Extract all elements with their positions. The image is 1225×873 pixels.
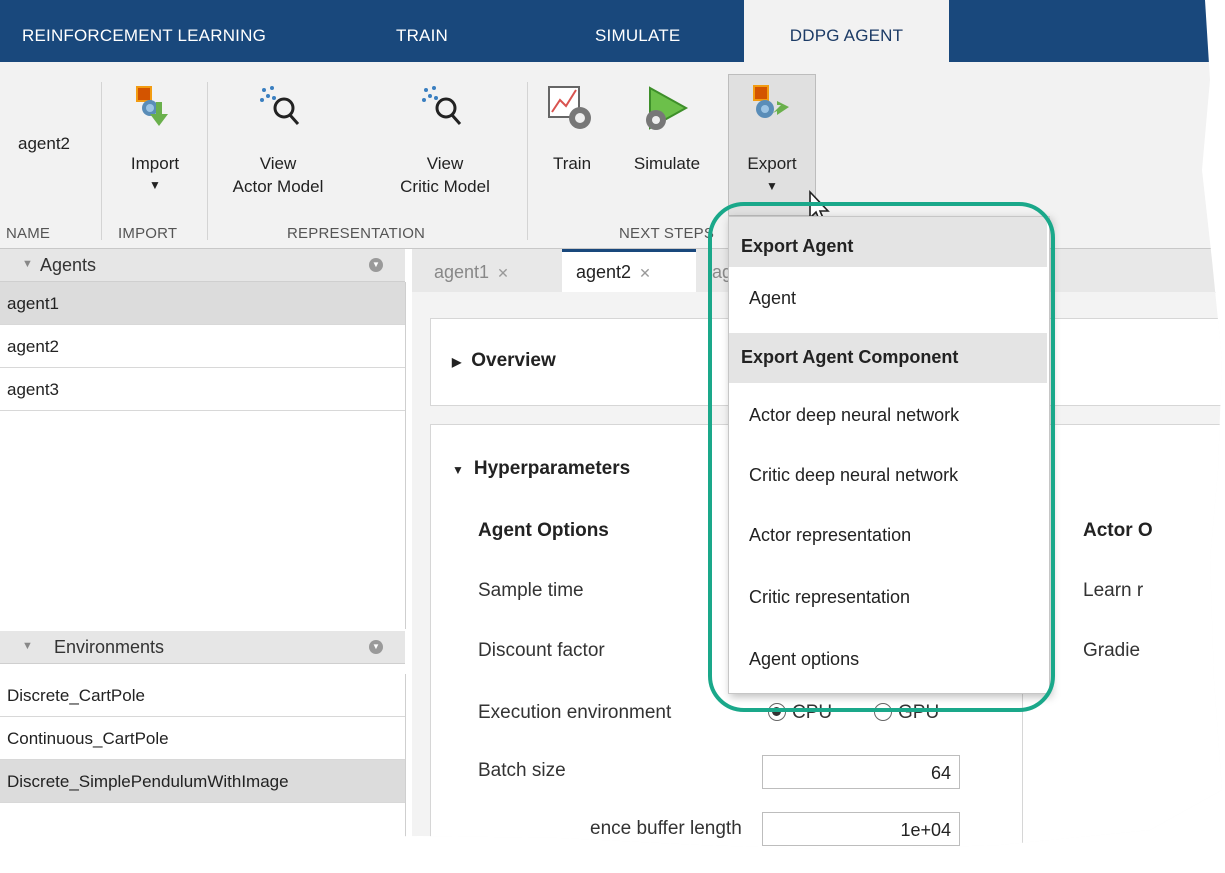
menu-item-actor-network[interactable]: Actor deep neural network xyxy=(729,387,1047,443)
section-representation-label: REPRESENTATION xyxy=(287,225,426,242)
overview-title: Overview xyxy=(471,350,556,371)
view-actor-line2: Actor Model xyxy=(232,177,324,196)
import-icon xyxy=(136,86,168,126)
top-tab-strip: REINFORCEMENT LEARNING TRAIN SIMULATE DD… xyxy=(0,0,1222,62)
close-icon[interactable]: ✕ xyxy=(497,265,509,281)
collapse-triangle-icon[interactable]: ▼ xyxy=(22,258,33,270)
simulate-button[interactable]: Simulate xyxy=(618,80,716,220)
hyperparameters-title: Hyperparameters xyxy=(473,458,631,479)
agent-options-title: Agent Options xyxy=(478,520,609,541)
separator xyxy=(527,82,528,240)
gradient-threshold-label: Gradie xyxy=(1083,640,1141,661)
export-dropdown-menu: Export Agent Agent Export Agent Componen… xyxy=(728,216,1050,694)
menu-item-critic-representation[interactable]: Critic representation xyxy=(729,569,1047,625)
section-name-label: NAME xyxy=(6,225,51,242)
agents-panel-title: Agents xyxy=(40,255,97,275)
environments-list: Discrete_CartPole Continuous_CartPole Di… xyxy=(0,674,406,850)
chevron-down-icon: ▼ xyxy=(149,178,161,192)
menu-item-agent[interactable]: Agent xyxy=(729,270,1047,326)
hyperparameters-section-header[interactable]: ▼ Hyperparameters xyxy=(452,458,630,480)
menu-item-agent-options[interactable]: Agent options xyxy=(729,631,1047,687)
separator xyxy=(207,82,208,240)
discount-factor-label: Discount factor xyxy=(478,640,605,661)
gpu-radio[interactable] xyxy=(874,703,892,721)
train-label: Train xyxy=(552,154,592,173)
separator xyxy=(101,82,102,240)
environments-panel-header[interactable]: ▼ Environments ▼ xyxy=(0,631,405,664)
train-button[interactable]: Train xyxy=(538,80,606,220)
expand-triangle-icon: ▶ xyxy=(452,355,462,369)
list-item-agent2[interactable]: agent2 xyxy=(0,325,405,368)
cpu-radio[interactable] xyxy=(768,703,786,721)
batch-size-field[interactable]: 64 xyxy=(762,755,960,789)
view-critic-line2: Critic Model xyxy=(400,177,490,196)
section-next-steps-label: NEXT STEPS xyxy=(619,225,715,242)
menu-item-critic-network[interactable]: Critic deep neural network xyxy=(729,447,1047,503)
app-window: REINFORCEMENT LEARNING TRAIN SIMULATE DD… xyxy=(0,0,1222,850)
cpu-label: CPU xyxy=(792,702,833,723)
doc-tab-label: agent1 xyxy=(434,262,490,282)
export-label: Export xyxy=(747,154,797,173)
overview-section-header[interactable]: ▶ Overview xyxy=(452,350,556,372)
collapse-triangle-icon: ▼ xyxy=(452,463,464,477)
tab-ddpg-agent[interactable]: DDPG AGENT xyxy=(744,0,949,62)
view-actor-line1: View xyxy=(259,154,297,173)
export-button[interactable]: Export ▼ xyxy=(728,74,816,216)
agent-name-field[interactable]: agent2 xyxy=(18,132,70,155)
list-item-environment[interactable]: Discrete_CartPole xyxy=(0,674,405,717)
view-actor-model-button[interactable]: View Actor Model xyxy=(218,80,338,220)
list-item-environment[interactable]: Continuous_CartPole xyxy=(0,717,405,760)
view-critic-model-button[interactable]: View Critic Model xyxy=(380,80,510,220)
experience-buffer-length-field[interactable]: 1e+04 xyxy=(762,812,960,846)
export-icon xyxy=(753,85,789,118)
list-item-environment[interactable]: Discrete_SimplePendulumWithImage xyxy=(0,760,405,803)
doc-tab-agent1[interactable]: agent1 ✕ xyxy=(434,249,509,292)
tab-train[interactable]: TRAIN xyxy=(396,0,448,62)
simulate-icon xyxy=(646,86,689,130)
experience-buffer-length-label: ence buffer length xyxy=(590,818,742,839)
import-label: Import xyxy=(130,154,180,173)
agents-list: agent1 agent2 agent3 xyxy=(0,282,406,629)
doc-tab-label: agent2 xyxy=(576,262,632,282)
magnifier-network-icon xyxy=(260,86,300,125)
tab-reinforcement-learning[interactable]: REINFORCEMENT LEARNING xyxy=(22,0,266,62)
execution-environment-label: Execution environment xyxy=(478,702,672,723)
list-item-agent3[interactable]: agent3 xyxy=(0,368,405,411)
doc-tab-agent2[interactable]: agent2 ✕ xyxy=(562,249,696,292)
chevron-down-icon: ▼ xyxy=(766,179,778,193)
import-button[interactable]: Import ▼ xyxy=(108,80,202,220)
view-critic-line1: View xyxy=(426,154,464,173)
agents-panel-header[interactable]: ▼ Agents ▼ xyxy=(0,249,405,282)
panel-options-icon[interactable]: ▼ xyxy=(369,258,383,272)
menu-item-actor-representation[interactable]: Actor representation xyxy=(729,507,1047,563)
panel-options-icon[interactable]: ▼ xyxy=(369,640,383,654)
learn-rate-label: Learn r xyxy=(1083,580,1144,601)
actor-options-title: Actor O xyxy=(1083,520,1153,541)
tab-simulate[interactable]: SIMULATE xyxy=(595,0,680,62)
environments-panel-title: Environments xyxy=(54,637,165,657)
close-icon[interactable]: ✕ xyxy=(639,265,651,281)
train-icon xyxy=(548,86,591,129)
menu-header-export-agent-component: Export Agent Component xyxy=(729,333,1047,383)
list-item-agent1[interactable]: agent1 xyxy=(0,282,405,325)
section-import-label: IMPORT xyxy=(118,225,178,242)
sample-time-label: Sample time xyxy=(478,580,584,601)
menu-header-export-agent: Export Agent xyxy=(729,217,1047,267)
magnifier-network-icon xyxy=(422,86,462,125)
collapse-triangle-icon[interactable]: ▼ xyxy=(22,640,33,652)
batch-size-label: Batch size xyxy=(478,760,566,781)
simulate-label: Simulate xyxy=(633,154,701,173)
gpu-label: GPU xyxy=(898,702,940,723)
